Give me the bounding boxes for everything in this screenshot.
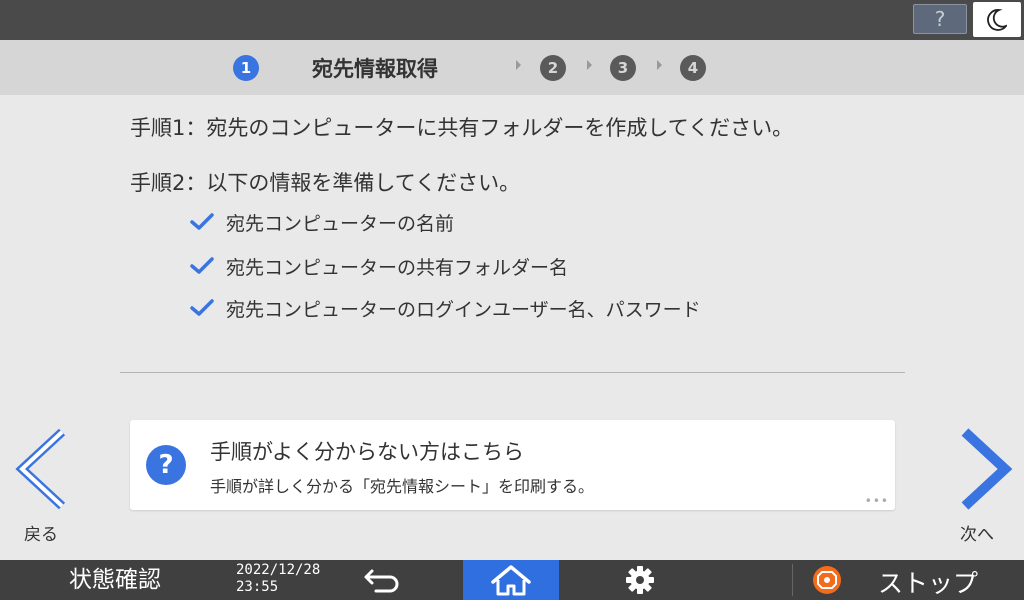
help-card-subtitle: 手順が詳しく分かる「宛先情報シート」を印刷する。 [210,477,595,496]
divider [792,564,793,596]
home-icon [491,565,531,596]
help-card-button[interactable]: ? 手順がよく分からない方はこちら 手順が詳しく分かる「宛先情報シート」を印刷す… [130,420,895,510]
more-icon: ••• [864,494,889,508]
datetime: 2022/12/28 23:55 [236,562,320,596]
time-label: 23:55 [236,579,279,595]
checkmark-icon [190,299,214,316]
step-3-indicator: 3 [610,55,636,81]
step-title: 宛先情報取得 [312,57,438,81]
instruction-step2: 手順2：以下の情報を準備してください。 [130,171,521,195]
chevron-right-icon [961,428,1013,510]
chevron-left-icon [15,428,66,510]
question-icon: ? [934,7,946,31]
step-indicator: 1 宛先情報取得 2 3 4 [0,40,1024,95]
sleep-button[interactable] [973,2,1021,37]
checklist-item-label: 宛先コンピューターの共有フォルダー名 [226,257,569,279]
step-1-indicator: 1 [233,55,259,81]
checkmark-icon [190,257,214,274]
date-label: 2022/12/28 [236,562,321,578]
step-2-indicator: 2 [540,55,566,81]
step-arrow-icon [587,60,592,70]
step-4-indicator: 4 [680,55,706,81]
help-card-title: 手順がよく分からない方はこちら [210,440,524,464]
top-bar: ? [0,0,1024,40]
bottom-bar: 状態確認 2022/12/28 23:55 ストップ [0,560,1024,600]
help-button[interactable]: ? [913,4,967,34]
next-button[interactable] [955,428,1015,510]
return-button[interactable] [350,560,420,600]
gear-icon [626,566,654,594]
next-label: 次へ [960,525,994,545]
divider [120,372,905,373]
step-arrow-icon [657,60,662,70]
settings-button[interactable] [610,560,670,600]
checklist-item-label: 宛先コンピューターのログインユーザー名、パスワード [226,299,701,321]
status-check-button[interactable]: 状態確認 [0,560,230,600]
back-button[interactable] [12,428,72,510]
stop-button[interactable]: ストップ [800,560,1024,600]
stop-label: ストップ [878,569,979,598]
back-label: 戻る [24,525,58,545]
moon-icon [987,9,1007,31]
checklist-item-label: 宛先コンピューターの名前 [226,213,455,235]
return-arrow-icon [364,569,399,593]
instruction-step1: 手順1：宛先のコンピューターに共有フォルダーを作成してください。 [130,116,794,140]
step-arrow-icon [516,60,521,70]
checkmark-icon [190,213,214,230]
stop-icon [813,566,841,594]
home-button[interactable] [463,560,559,600]
question-circle-icon: ? [146,445,186,485]
